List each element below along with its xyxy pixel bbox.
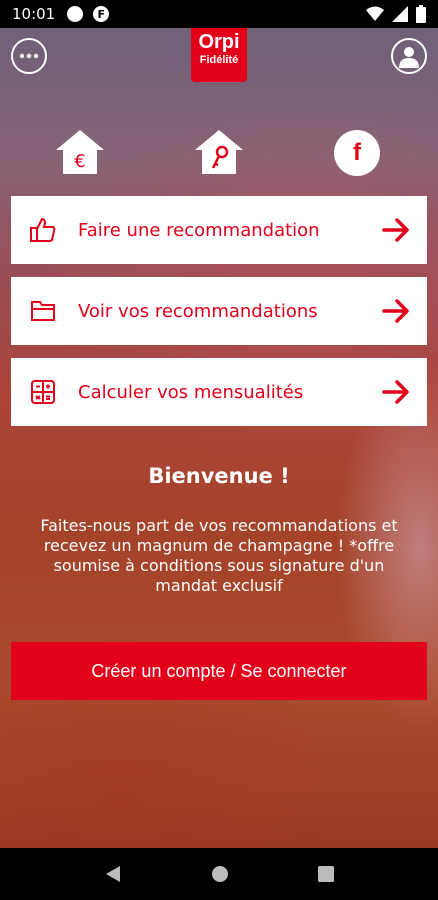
- welcome-text: Faites-nous part de vos recommandations …: [40, 516, 398, 595]
- facebook-icon[interactable]: f: [334, 130, 380, 176]
- logo-subtitle: Fidélité: [199, 54, 239, 66]
- app-screen: Orpi Fidélité € f Faire une recommandati…: [0, 28, 438, 848]
- svg-text:€: €: [74, 151, 85, 172]
- house-key-icon[interactable]: [193, 128, 245, 176]
- status-time: 10:01: [12, 5, 56, 23]
- calculate-payments-label: Calculer vos mensualités: [78, 381, 304, 403]
- home-icon[interactable]: [211, 865, 229, 883]
- app-notification-icon: F: [93, 6, 110, 22]
- thumbs-up-icon: [26, 213, 60, 247]
- social-links: € f: [0, 128, 438, 178]
- recommend-button[interactable]: Faire une recommandation: [11, 196, 427, 264]
- create-account-button[interactable]: Créer un compte / Se connecter: [11, 642, 427, 700]
- house-euro-icon[interactable]: €: [54, 128, 106, 176]
- view-recommendations-label: Voir vos recommandations: [78, 300, 318, 322]
- logo-brand: Orpi: [198, 31, 240, 53]
- arrow-right-icon: [382, 299, 409, 323]
- user-icon: [399, 47, 419, 68]
- more-horizontal-icon: [19, 53, 39, 59]
- battery-icon: [416, 5, 426, 23]
- system-nav-bar: [0, 848, 438, 900]
- calculator-icon: [26, 375, 60, 409]
- profile-button[interactable]: [391, 38, 427, 74]
- recommend-label: Faire une recommandation: [78, 219, 320, 241]
- calculate-payments-button[interactable]: Calculer vos mensualités: [11, 358, 427, 426]
- notification-dot-icon: [67, 6, 84, 22]
- recents-icon[interactable]: [317, 866, 334, 882]
- folder-icon: [26, 294, 60, 328]
- view-recommendations-button[interactable]: Voir vos recommandations: [11, 277, 427, 345]
- orpi-logo: Orpi Fidélité: [191, 28, 247, 82]
- welcome-title: Bienvenue !: [148, 464, 290, 488]
- arrow-right-icon: [382, 218, 409, 242]
- back-icon[interactable]: [104, 864, 122, 884]
- menu-button[interactable]: [11, 38, 47, 74]
- wifi-icon: [366, 6, 384, 21]
- signal-icon: [392, 6, 408, 22]
- status-bar: 10:01 F: [0, 0, 438, 28]
- arrow-right-icon: [382, 380, 409, 404]
